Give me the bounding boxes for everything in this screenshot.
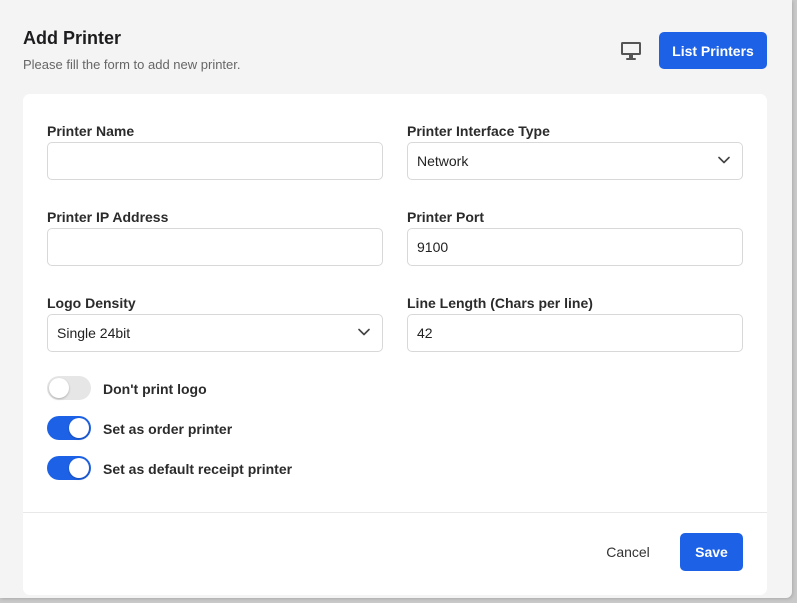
page-subtitle: Please fill the form to add new printer. [23, 57, 241, 72]
interface-type-label: Printer Interface Type [407, 123, 550, 139]
ip-address-input[interactable] [47, 228, 383, 266]
interface-type-select[interactable]: Network [407, 142, 743, 180]
list-printers-button[interactable]: List Printers [659, 32, 767, 69]
logo-density-select[interactable]: Single 24bit [47, 314, 383, 352]
line-length-input[interactable] [407, 314, 743, 352]
logo-density-value: Single 24bit [57, 325, 131, 341]
page-title: Add Printer [23, 28, 122, 48]
dont-print-logo-label: Don't print logo [103, 381, 207, 397]
ip-address-label: Printer IP Address [47, 209, 169, 225]
save-button[interactable]: Save [680, 533, 743, 571]
printer-name-label: Printer Name [47, 123, 135, 139]
add-printer-modal: Add Printer Please fill the form to add … [0, 0, 792, 598]
dont-print-logo-toggle[interactable] [47, 376, 91, 400]
chevron-down-icon [358, 328, 370, 336]
cancel-button[interactable]: Cancel [598, 542, 658, 562]
printer-name-input[interactable] [47, 142, 383, 180]
interface-type-value: Network [417, 153, 469, 169]
printer-port-label: Printer Port [407, 209, 485, 225]
chevron-down-icon [718, 156, 730, 164]
toggle-knob [69, 458, 89, 478]
printer-port-input[interactable] [407, 228, 743, 266]
form-card: Printer Name Printer Interface Type Netw… [23, 94, 767, 595]
default-receipt-printer-label: Set as default receipt printer [103, 461, 293, 477]
footer-divider [23, 512, 767, 513]
monitor-icon[interactable] [620, 40, 642, 62]
toggle-knob [69, 418, 89, 438]
default-receipt-printer-toggle[interactable] [47, 456, 91, 480]
line-length-label: Line Length (Chars per line) [407, 295, 593, 311]
toggle-knob [49, 378, 69, 398]
logo-density-label: Logo Density [47, 295, 136, 311]
order-printer-toggle[interactable] [47, 416, 91, 440]
order-printer-label: Set as order printer [103, 421, 233, 437]
